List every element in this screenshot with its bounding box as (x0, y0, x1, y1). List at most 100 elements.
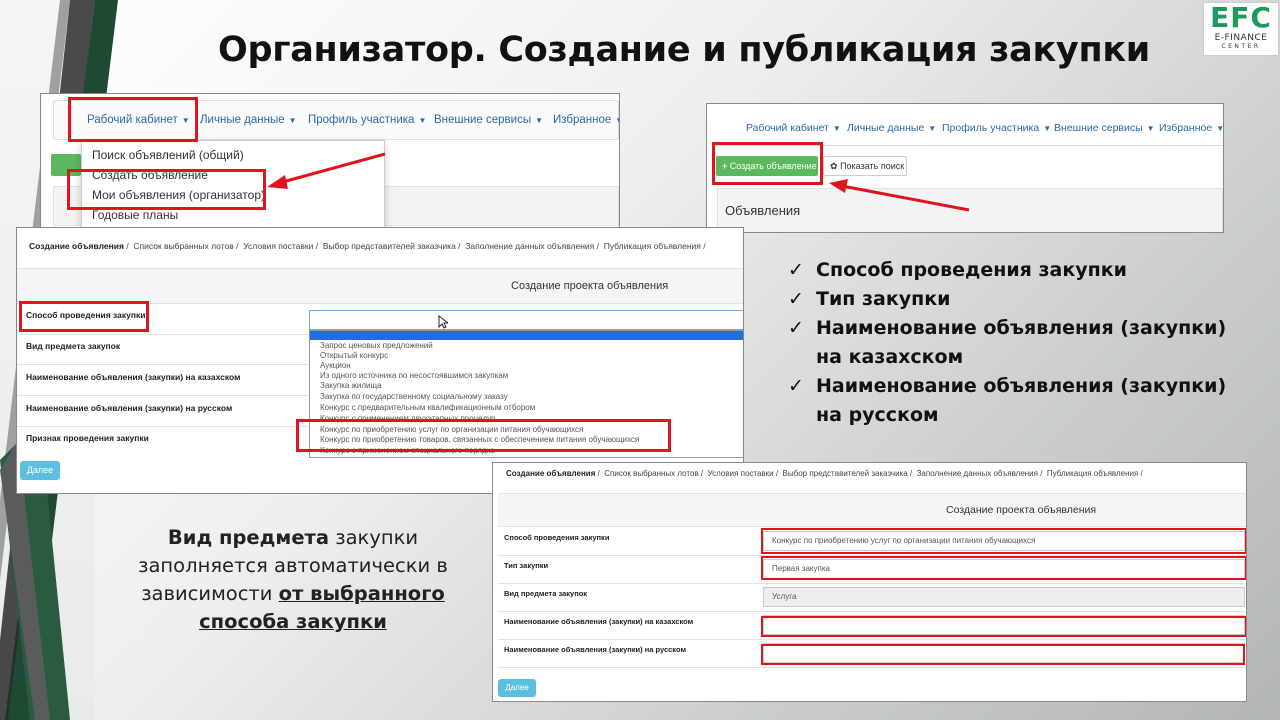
show-search-label: Показать поиск (840, 161, 905, 171)
nav-favorites[interactable]: Избранное▼ (553, 114, 619, 126)
option-selected-blank[interactable] (310, 331, 743, 340)
crumb-6[interactable]: Публикация объявления (1047, 469, 1138, 478)
crumb-4[interactable]: Выбор представителей заказчика (783, 469, 908, 478)
nav-external[interactable]: Внешние сервисы ▼ (1054, 122, 1155, 134)
note-text: Вид предмета закупки заполняется автомат… (100, 524, 486, 636)
nav-favorites-label: Избранное (1159, 122, 1213, 134)
arrow-to-create-ad-button (829, 179, 970, 212)
nav-favorites-label: Избранное (553, 114, 612, 126)
row-divider (17, 426, 309, 427)
crumb-6[interactable]: Публикация объявления (604, 241, 701, 251)
label-name-ru: Наименование объявления (закупки) на рус… (504, 645, 686, 654)
option-item[interactable]: Закупка по государственному социальному … (320, 392, 508, 401)
caret-down-icon: ▼ (1043, 124, 1052, 133)
checklist: ✓ Способ проведения закупки ✓ Тип закупк… (788, 256, 1258, 430)
option-item[interactable]: Конкурс с предварительным квалификационн… (320, 403, 535, 412)
checklist-item: ✓ Наименование объявления (закупки) на р… (788, 372, 1258, 430)
highlight-create-ad-button (712, 142, 823, 185)
crumb-1[interactable]: Создание объявления (29, 241, 124, 251)
row-divider (498, 611, 1246, 612)
crumb-3[interactable]: Условия поставки (708, 469, 774, 478)
nav-profile[interactable]: Профиль участника ▼ (308, 114, 426, 126)
dropdown-item-search[interactable]: Поиск объявлений (общий) (92, 148, 244, 162)
nav-external-label: Внешние сервисы (434, 114, 532, 126)
row-divider (498, 583, 1246, 584)
caret-down-icon: ▼ (418, 116, 427, 125)
checkmark-icon: ✓ (788, 317, 804, 339)
crumb-2[interactable]: Список выбранных лотов (133, 241, 233, 251)
highlight-method-label (19, 301, 149, 332)
option-item[interactable]: Из одного источника по несостоявшимся за… (320, 371, 508, 380)
gear-icon: ✿ (830, 161, 838, 171)
method-dropdown-screenshot: Создание объявления / Список выбранных л… (16, 227, 744, 494)
logo-line2: CENTER (1221, 43, 1261, 50)
logo-line1: E-FINANCE (1214, 33, 1268, 43)
row-divider (498, 667, 1246, 668)
label-subject: Вид предмета закупок (504, 589, 588, 598)
checkmark-icon: ✓ (788, 375, 804, 397)
label-subject: Вид предмета закупок (26, 341, 121, 351)
form-heading: Создание проекта объявления (511, 280, 669, 292)
slide-title: Организатор. Создание и публикация закуп… (218, 30, 1151, 70)
dropdown-item-annual-plans[interactable]: Годовые планы (92, 208, 178, 222)
nav-external-label: Внешние сервисы (1054, 122, 1143, 134)
nav-personal[interactable]: Личные данные ▼ (200, 114, 297, 126)
heading-bar (498, 493, 1246, 527)
highlight-name-kz-field (761, 616, 1246, 637)
row-divider (17, 364, 309, 365)
next-button[interactable]: Далее (20, 461, 60, 480)
nav-profile-label: Профиль участника (308, 114, 415, 126)
logo-text: EFC (1210, 1, 1272, 34)
crumb-5[interactable]: Заполнение данных объявления (465, 241, 594, 251)
crumb-2[interactable]: Список выбранных лотов (604, 469, 698, 478)
highlight-cabinet (68, 97, 198, 142)
show-search-button[interactable]: ✿ Показать поиск (823, 156, 907, 176)
label-name-kz: Наименование объявления (закупки) на каз… (504, 617, 694, 626)
next-button[interactable]: Далее (498, 679, 536, 697)
checkmark-icon: ✓ (788, 288, 804, 310)
label-name-ru: Наименование объявления (закупки) на рус… (26, 403, 233, 413)
nav-cabinet[interactable]: Рабочий кабинет ▼ (746, 122, 841, 134)
crumb-4[interactable]: Выбор представителей заказчика (323, 241, 456, 251)
checklist-item: ✓ Тип закупки (788, 285, 1258, 314)
highlight-food-options (296, 419, 671, 452)
highlight-create-item (67, 169, 266, 210)
highlight-method-field (761, 528, 1246, 554)
label-type: Тип закупки (504, 561, 549, 570)
nav-personal[interactable]: Личные данные ▼ (847, 122, 936, 134)
caret-down-icon: ▼ (832, 124, 841, 133)
subject-field: Услуга (763, 587, 1245, 607)
option-item[interactable]: Открытый конкурс (320, 351, 388, 360)
breadcrumb: Создание объявления / Список выбранных л… (506, 469, 1143, 478)
label-method: Способ проведения закупки (504, 533, 610, 542)
nav-favorites[interactable]: Избранное▼ (1159, 122, 1224, 134)
crumb-5[interactable]: Заполнение данных объявления (917, 469, 1038, 478)
filled-form-screenshot: Создание объявления / Список выбранных л… (492, 462, 1247, 702)
ads-section-title: Объявления (725, 203, 801, 218)
row-divider (17, 334, 309, 335)
label-sign: Признак проведения закупки (26, 433, 149, 443)
method-select[interactable] (309, 310, 743, 330)
caret-down-icon: ▼ (1146, 124, 1155, 133)
caret-down-icon: ▼ (928, 124, 937, 133)
nav-profile[interactable]: Профиль участника ▼ (942, 122, 1051, 134)
checklist-item-text: Тип закупки (816, 288, 951, 310)
nav-personal-label: Личные данные (847, 122, 925, 134)
nav-profile-label: Профиль участника (942, 122, 1040, 134)
option-item[interactable]: Закупка жилища (320, 381, 382, 390)
checklist-item: ✓ Наименование объявления (закупки) на к… (788, 314, 1258, 372)
crumb-3[interactable]: Условия поставки (243, 241, 313, 251)
option-item[interactable]: Аукцион (320, 361, 351, 370)
efc-logo: EFC E-FINANCE CENTER (1203, 2, 1279, 56)
highlight-type-field (761, 556, 1246, 580)
crumb-1[interactable]: Создание объявления (506, 469, 595, 478)
checklist-item-text: Способ проведения закупки (816, 259, 1127, 281)
nav-external[interactable]: Внешние сервисы ▼ (434, 114, 543, 126)
caret-down-icon: ▼ (1216, 124, 1224, 133)
row-divider (17, 395, 309, 396)
caret-down-icon: ▼ (615, 116, 619, 125)
breadcrumb: Создание объявления / Список выбранных л… (29, 241, 706, 251)
arrow-to-create-item (267, 152, 386, 189)
checklist-item: ✓ Способ проведения закупки (788, 256, 1258, 285)
option-item[interactable]: Запрос ценовых предложений (320, 341, 433, 350)
